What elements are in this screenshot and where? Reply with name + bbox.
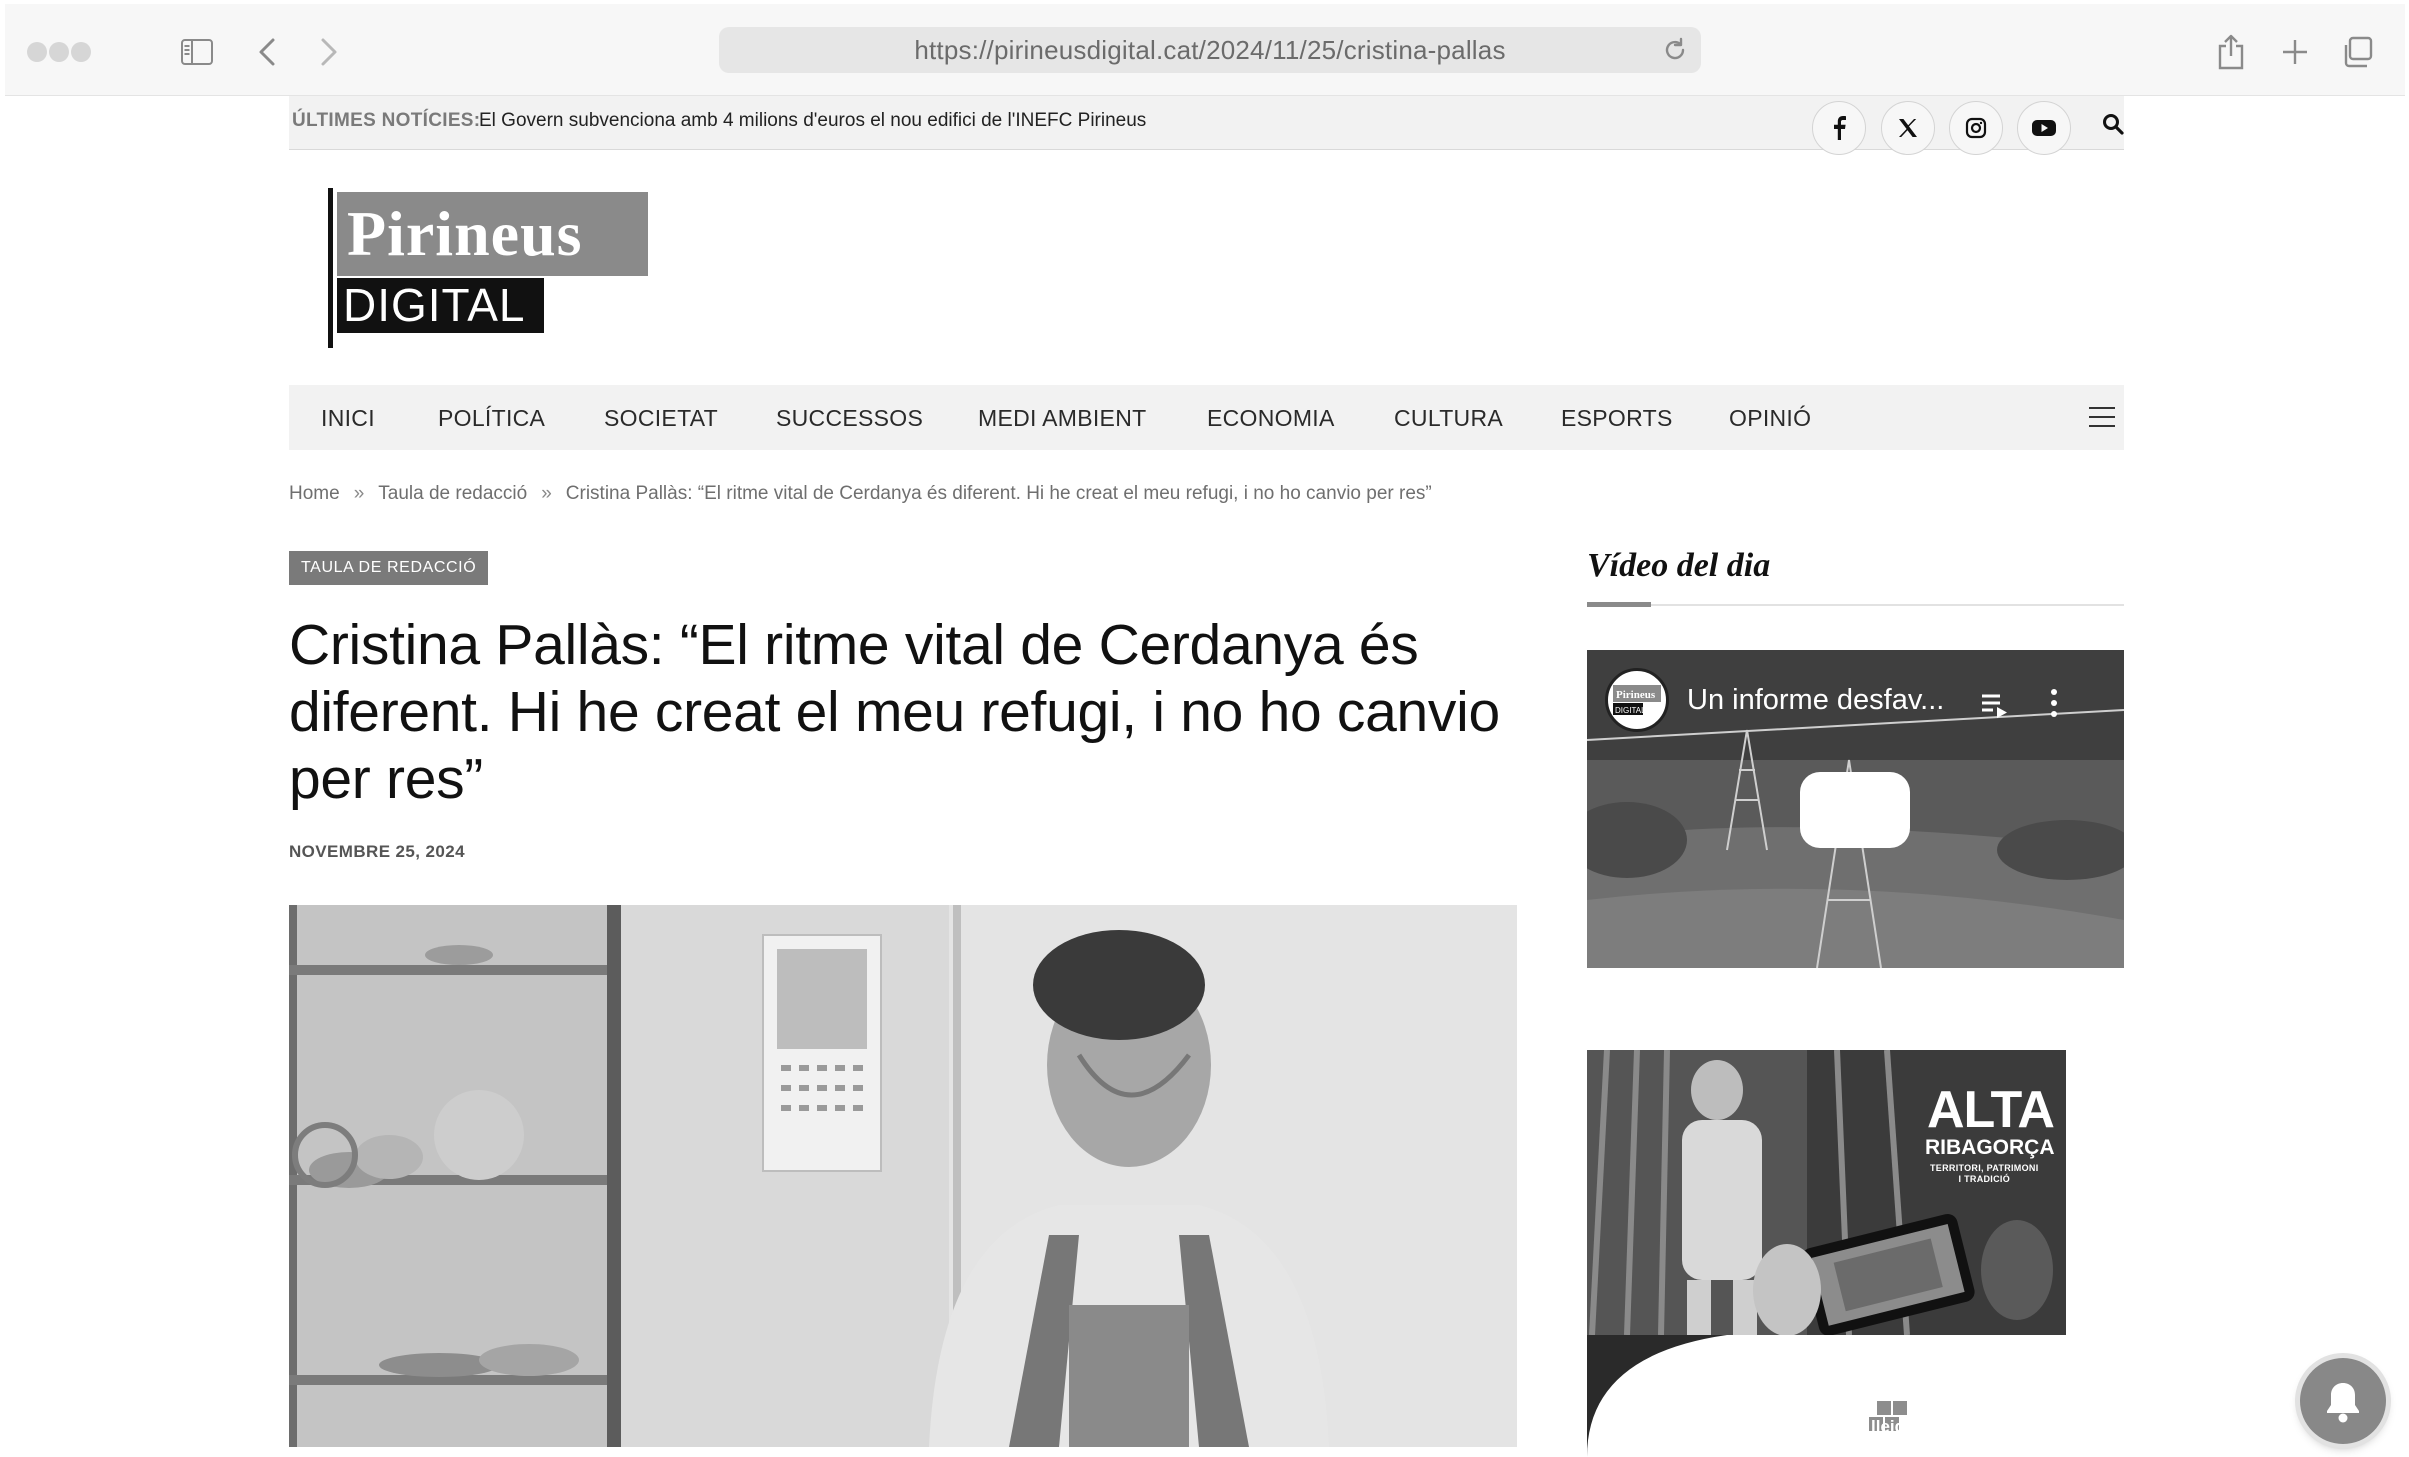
plus-icon[interactable] xyxy=(2273,30,2317,74)
nav-item-opinio[interactable]: OPINIÓ xyxy=(1729,405,1811,432)
chevron-right-icon[interactable] xyxy=(307,30,351,74)
x-icon[interactable] xyxy=(1881,101,1935,155)
breadcrumb-home-link[interactable]: Home xyxy=(289,483,340,504)
ad-footer: lleida xyxy=(1587,1335,2066,1457)
nav-item-politica[interactable]: POLÍTICA xyxy=(438,405,545,432)
bell-icon[interactable] xyxy=(2300,1358,2386,1444)
channel-logo-bottom: DIGITAL xyxy=(1615,706,1646,715)
reload-icon[interactable] xyxy=(1659,34,1691,66)
youtube-icon[interactable] xyxy=(2017,101,2071,155)
ad-logo-text: lleida xyxy=(1871,1417,1915,1436)
playlist-icon[interactable] xyxy=(1980,692,2010,725)
article-date: NOVEMBRE 25, 2024 xyxy=(289,842,465,861)
window-zoom-button[interactable] xyxy=(71,42,91,62)
breadcrumb-separator: » xyxy=(353,483,365,504)
ticker-headline-link[interactable]: El Govern subvenciona amb 4 milions d'eu… xyxy=(479,110,1146,132)
ticker-label: ÚLTIMES NOTÍCIES: xyxy=(292,110,481,131)
facebook-icon[interactable] xyxy=(1812,101,1866,155)
ad-title: ALTA xyxy=(1927,1081,2055,1139)
heading-accent xyxy=(1587,602,1651,607)
sidebar-heading: Vídeo del dia xyxy=(1587,547,1771,584)
breadcrumb-section-link[interactable]: Taula de redacció xyxy=(378,483,527,504)
channel-logo-top: Pirineus xyxy=(1616,689,1656,701)
browser-toolbar: https://pirineusdigital.cat/2024/11/25/c… xyxy=(5,4,2405,96)
window-close-button[interactable] xyxy=(27,42,47,62)
instagram-icon[interactable] xyxy=(1949,101,2003,155)
logo-bar xyxy=(328,188,333,348)
video-title[interactable]: Un informe desfav... xyxy=(1687,684,1944,717)
ad-subtitle: RIBAGORÇA xyxy=(1925,1136,2055,1159)
more-options-icon[interactable] xyxy=(2049,688,2059,723)
site-logo[interactable]: Pirineus DIGITAL xyxy=(328,188,648,348)
address-bar[interactable]: https://pirineusdigital.cat/2024/11/25/c… xyxy=(719,27,1701,73)
nav-item-societat[interactable]: SOCIETAT xyxy=(604,405,718,432)
play-button[interactable] xyxy=(1800,772,1910,848)
window-minimize-button[interactable] xyxy=(49,42,69,62)
article-title: Cristina Pallàs: “El ritme vital de Cerd… xyxy=(289,613,1500,811)
ad-tagline-line-1: TERRITORI, PATRIMONI xyxy=(1930,1163,2039,1173)
search-icon[interactable] xyxy=(2099,110,2127,138)
breadcrumb-current: Cristina Pallàs: “El ritme vital de Cerd… xyxy=(565,483,1432,504)
nav-item-successos[interactable]: SUCCESSOS xyxy=(776,405,923,432)
ad-tagline: TERRITORI, PATRIMONI I TRADICIÓ xyxy=(1930,1163,2039,1185)
category-badge[interactable]: TAULA DE REDACCIÓ xyxy=(289,551,489,585)
logo-subtitle: DIGITAL xyxy=(337,278,544,333)
nav-item-inici[interactable]: INICI xyxy=(321,405,375,432)
nav-item-economia[interactable]: ECONOMIA xyxy=(1207,405,1335,432)
sidebar-ad[interactable]: ALTA RIBAGORÇA TERRITORI, PATRIMONI I TRA… xyxy=(1587,1050,2066,1335)
heading-divider xyxy=(1587,604,2124,606)
breadcrumb: Home » Taula de redacció » Cristina Pallàs: … xyxy=(289,483,1432,505)
channel-logo[interactable]: Pirineus DIGITAL xyxy=(1605,668,1669,732)
share-icon[interactable] xyxy=(2209,30,2253,74)
sidebar-icon[interactable] xyxy=(175,30,219,74)
main-nav: INICI POLÍTICA SOCIETAT SUCCESSOS MEDI A… xyxy=(289,385,2124,450)
chevron-left-icon[interactable] xyxy=(245,30,289,74)
article-featured-image xyxy=(289,905,1517,1447)
url-text: https://pirineusdigital.cat/2024/11/25/c… xyxy=(914,34,1506,65)
logo-title: Pirineus xyxy=(337,192,648,276)
nav-item-cultura[interactable]: CULTURA xyxy=(1394,405,1503,432)
nav-item-esports[interactable]: ESPORTS xyxy=(1561,405,1673,432)
tabs-icon[interactable] xyxy=(2335,30,2379,74)
nav-item-medi-ambient[interactable]: MEDI AMBIENT xyxy=(978,405,1146,432)
breadcrumb-separator: » xyxy=(541,483,552,504)
ad-tagline-line-2: I TRADICIÓ xyxy=(1958,1174,2010,1184)
news-ticker: ÚLTIMES NOTÍCIES: El Govern subvenciona … xyxy=(289,96,2127,155)
hamburger-icon[interactable] xyxy=(2089,407,2115,429)
video-embed[interactable]: Pirineus DIGITAL Un informe desfav... xyxy=(1587,650,2124,968)
